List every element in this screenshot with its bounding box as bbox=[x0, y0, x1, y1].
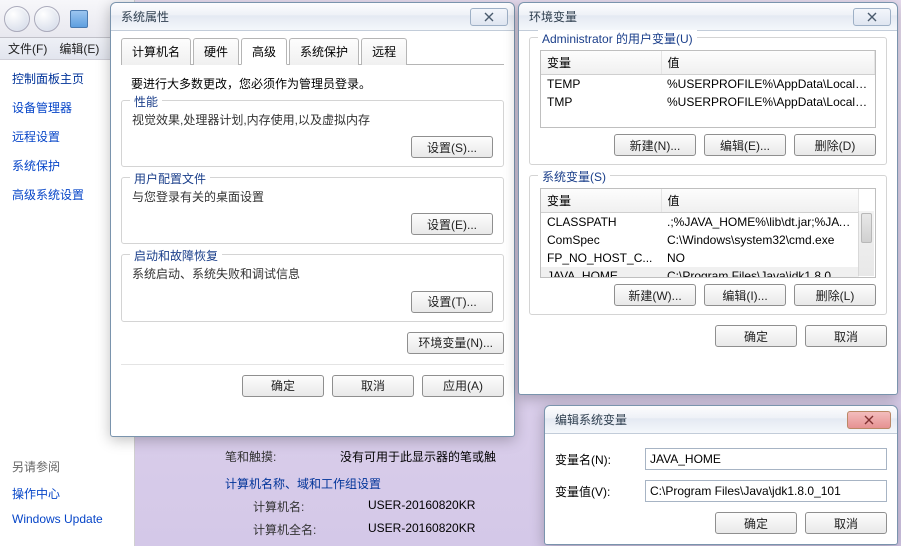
variable-value-input[interactable] bbox=[645, 480, 887, 502]
link-system-protection[interactable]: 系统保护 bbox=[12, 157, 122, 174]
system-properties-title: 系统属性 bbox=[117, 8, 470, 25]
system-properties-titlebar[interactable]: 系统属性 bbox=[111, 3, 514, 31]
tab-remote[interactable]: 远程 bbox=[361, 38, 407, 65]
environment-variables-titlebar[interactable]: 环境变量 bbox=[519, 3, 897, 31]
computer-name-label: 计算机名: bbox=[253, 498, 368, 515]
user-edit-button[interactable]: 编辑(E)... bbox=[704, 134, 786, 156]
system-properties-tabs: 计算机名 硬件 高级 系统保护 远程 bbox=[121, 37, 504, 65]
close-icon[interactable] bbox=[853, 8, 891, 26]
table-row[interactable]: CLASSPATH.;%JAVA_HOME%\lib\dt.jar;%JAVA_… bbox=[541, 213, 859, 232]
user-profile-desc: 与您登录有关的桌面设置 bbox=[132, 188, 493, 207]
environment-variables-dialog: 环境变量 Administrator 的用户变量(U) 变量 值 TEMP%US… bbox=[518, 2, 898, 395]
system-edit-button[interactable]: 编辑(I)... bbox=[704, 284, 786, 306]
link-remote-settings[interactable]: 远程设置 bbox=[12, 128, 122, 145]
edit-system-variable-titlebar[interactable]: 编辑系统变量 bbox=[545, 406, 897, 434]
environment-variables-button[interactable]: 环境变量(N)... bbox=[407, 332, 504, 354]
cancel-button[interactable]: 取消 bbox=[805, 512, 887, 534]
advanced-lead-text: 要进行大多数更改，您必须作为管理员登录。 bbox=[131, 75, 504, 92]
table-row[interactable]: FP_NO_HOST_C...NO bbox=[541, 249, 859, 267]
col-value[interactable]: 值 bbox=[661, 189, 859, 213]
environment-variables-title: 环境变量 bbox=[525, 8, 853, 25]
link-control-panel-home[interactable]: 控制面板主页 bbox=[12, 70, 122, 87]
system-properties-dialog: 系统属性 计算机名 硬件 高级 系统保护 远程 要进行大多数更改，您必须作为管理… bbox=[110, 2, 515, 437]
scrollbar[interactable] bbox=[858, 211, 874, 276]
computer-icon bbox=[70, 10, 88, 28]
ok-button[interactable]: 确定 bbox=[242, 375, 324, 397]
startup-recovery-settings-button[interactable]: 设置(T)... bbox=[411, 291, 493, 313]
user-variables-table[interactable]: 变量 值 TEMP%USERPROFILE%\AppData\Local\Tem… bbox=[540, 50, 876, 128]
performance-group-label: 性能 bbox=[130, 93, 162, 110]
close-icon[interactable] bbox=[847, 411, 891, 429]
user-profile-group-label: 用户配置文件 bbox=[130, 170, 210, 187]
user-delete-button[interactable]: 删除(D) bbox=[794, 134, 876, 156]
tab-advanced[interactable]: 高级 bbox=[241, 38, 287, 65]
edit-system-variable-dialog: 编辑系统变量 变量名(N): 变量值(V): 确定 取消 bbox=[544, 405, 898, 545]
variable-value-label: 变量值(V): bbox=[555, 483, 645, 500]
sidebar-footer: 另请参阅 操作中心 Windows Update bbox=[12, 458, 103, 526]
cancel-button[interactable]: 取消 bbox=[332, 375, 414, 397]
system-variables-table[interactable]: 变量 值 CLASSPATH.;%JAVA_HOME%\lib\dt.jar;%… bbox=[540, 188, 876, 278]
user-variables-group: Administrator 的用户变量(U) 变量 值 TEMP%USERPRO… bbox=[529, 37, 887, 165]
system-variables-group-label: 系统变量(S) bbox=[538, 168, 610, 185]
nav-back-button[interactable] bbox=[4, 6, 30, 32]
col-value[interactable]: 值 bbox=[661, 51, 875, 75]
computer-name-value: USER-20160820KR bbox=[368, 498, 475, 515]
user-profile-settings-button[interactable]: 设置(E)... bbox=[411, 213, 493, 235]
user-new-button[interactable]: 新建(N)... bbox=[614, 134, 696, 156]
background-info-area: 笔和触摸:没有可用于此显示器的笔或触 计算机名称、域和工作组设置 计算机名:US… bbox=[225, 448, 555, 544]
close-icon[interactable] bbox=[470, 8, 508, 26]
table-row[interactable]: JAVA_HOMEC:\Program Files\Java\jdk1.8.0_… bbox=[541, 267, 859, 278]
nav-forward-button[interactable] bbox=[34, 6, 60, 32]
computer-name-group-head: 计算机名称、域和工作组设置 bbox=[225, 475, 555, 492]
computer-fullname-label: 计算机全名: bbox=[253, 521, 368, 538]
ok-button[interactable]: 确定 bbox=[715, 512, 797, 534]
menu-edit[interactable]: 编辑(E) bbox=[59, 40, 99, 57]
pen-touch-value: 没有可用于此显示器的笔或触 bbox=[340, 448, 496, 465]
col-variable[interactable]: 变量 bbox=[541, 189, 661, 213]
tab-hardware[interactable]: 硬件 bbox=[193, 38, 239, 65]
system-delete-button[interactable]: 删除(L) bbox=[794, 284, 876, 306]
performance-desc: 视觉效果,处理器计划,内存使用,以及虚拟内存 bbox=[132, 111, 493, 130]
link-action-center[interactable]: 操作中心 bbox=[12, 485, 103, 502]
apply-button[interactable]: 应用(A) bbox=[422, 375, 504, 397]
computer-fullname-value: USER-20160820KR bbox=[368, 521, 475, 538]
pen-touch-label: 笔和触摸: bbox=[225, 448, 340, 465]
table-row[interactable]: TMP%USERPROFILE%\AppData\Local\Temp bbox=[541, 93, 875, 111]
startup-recovery-group-label: 启动和故障恢复 bbox=[130, 247, 222, 264]
tab-computer-name[interactable]: 计算机名 bbox=[121, 38, 191, 65]
system-new-button[interactable]: 新建(W)... bbox=[614, 284, 696, 306]
tab-system-protection[interactable]: 系统保护 bbox=[289, 38, 359, 65]
startup-recovery-desc: 系统启动、系统失败和调试信息 bbox=[132, 265, 493, 284]
startup-recovery-group: 启动和故障恢复 系统启动、系统失败和调试信息 设置(T)... bbox=[121, 254, 504, 321]
system-variables-group: 系统变量(S) 变量 值 CLASSPATH.;%JAVA_HOME%\lib\… bbox=[529, 175, 887, 315]
see-also-label: 另请参阅 bbox=[12, 458, 103, 475]
link-advanced-system-settings[interactable]: 高级系统设置 bbox=[12, 186, 122, 203]
ok-button[interactable]: 确定 bbox=[715, 325, 797, 347]
performance-settings-button[interactable]: 设置(S)... bbox=[411, 136, 493, 158]
table-row[interactable]: ComSpecC:\Windows\system32\cmd.exe bbox=[541, 231, 859, 249]
edit-system-variable-title: 编辑系统变量 bbox=[551, 411, 847, 428]
variable-name-input[interactable] bbox=[645, 448, 887, 470]
link-windows-update[interactable]: Windows Update bbox=[12, 512, 103, 526]
performance-group: 性能 视觉效果,处理器计划,内存使用,以及虚拟内存 设置(S)... bbox=[121, 100, 504, 167]
user-profile-group: 用户配置文件 与您登录有关的桌面设置 设置(E)... bbox=[121, 177, 504, 244]
menu-file[interactable]: 文件(F) bbox=[8, 40, 47, 57]
user-variables-group-label: Administrator 的用户变量(U) bbox=[538, 30, 697, 47]
link-device-manager[interactable]: 设备管理器 bbox=[12, 99, 122, 116]
table-row[interactable]: TEMP%USERPROFILE%\AppData\Local\Temp bbox=[541, 75, 875, 94]
cancel-button[interactable]: 取消 bbox=[805, 325, 887, 347]
col-variable[interactable]: 变量 bbox=[541, 51, 661, 75]
variable-name-label: 变量名(N): bbox=[555, 451, 645, 468]
